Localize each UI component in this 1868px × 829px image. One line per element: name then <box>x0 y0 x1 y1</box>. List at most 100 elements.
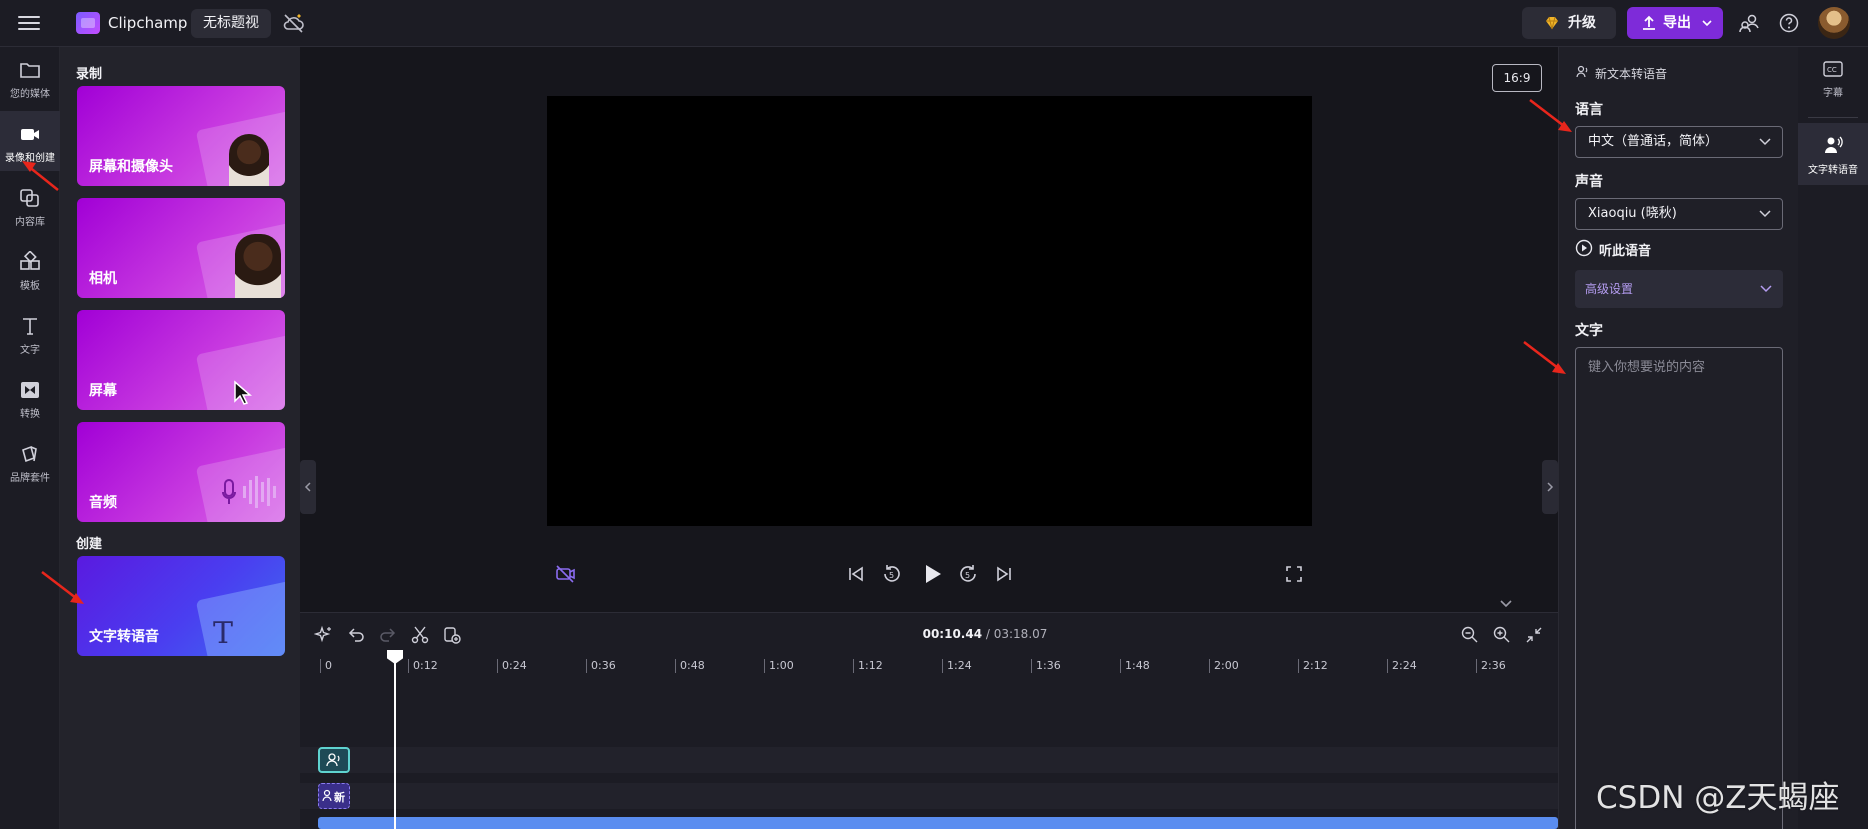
annotation-arrow <box>1523 341 1566 374</box>
timeline-track[interactable]: 新 <box>300 783 1558 809</box>
preview-voice-label: 听此语音 <box>1599 244 1652 259</box>
rail-item-captions[interactable]: CC 字幕 <box>1798 47 1868 107</box>
card-decoration <box>195 580 285 656</box>
person-thumbnail <box>235 234 281 298</box>
record-create-panel: 录制 屏幕和摄像头 相机 屏幕 音频 创建 T 文字转语音 <box>60 47 300 829</box>
zoom-out-icon[interactable] <box>1460 625 1480 645</box>
voice-value: Xiaoqiu (晓秋) <box>1588 206 1677 221</box>
ruler-tick: 2:24 <box>1387 659 1417 673</box>
fit-timeline-icon[interactable] <box>1524 625 1544 645</box>
tts-text-input[interactable] <box>1575 347 1783 829</box>
ruler-tick: 0:12 <box>408 659 438 673</box>
watermark: CSDN @Z天蝎座 <box>1596 780 1840 816</box>
ruler-tick: 1:36 <box>1031 659 1061 673</box>
rail-label: 内容库 <box>15 217 45 228</box>
ruler-tick: 0 <box>320 659 332 673</box>
play-icon[interactable] <box>920 562 944 586</box>
tts-clip-label: 新 <box>334 791 345 804</box>
hamburger-menu-icon[interactable] <box>16 12 42 34</box>
playhead[interactable] <box>394 656 396 829</box>
collapse-preview-chevron-icon[interactable] <box>1494 597 1518 611</box>
rail-item-templates[interactable]: 模板 <box>0 239 60 299</box>
rewind-5s-icon[interactable]: 5 <box>881 563 903 585</box>
rail-item-text-to-speech[interactable]: 文字转语音 <box>1798 123 1868 185</box>
ruler-tick: 1:48 <box>1120 659 1150 673</box>
brand-kit-icon <box>22 445 37 463</box>
skip-to-start-icon[interactable] <box>845 563 867 585</box>
project-title[interactable]: 无标题视 <box>191 9 271 38</box>
timeline-ruler[interactable]: 0 0:12 0:24 0:36 0:48 1:00 1:12 1:24 1:3… <box>300 653 1558 675</box>
language-select[interactable]: 中文（普通话，简体） <box>1575 126 1783 158</box>
ruler-tick: 2:00 <box>1209 659 1239 673</box>
voice-select[interactable]: Xiaoqiu (晓秋) <box>1575 198 1783 230</box>
magic-camera-off-icon[interactable] <box>554 563 576 585</box>
zoom-in-icon[interactable] <box>1492 625 1512 645</box>
rail-item-brand-kit[interactable]: 品牌套件 <box>0 431 60 491</box>
upgrade-button[interactable]: 升级 <box>1522 7 1616 39</box>
panel-header: 新文本转语音 <box>1595 67 1668 81</box>
add-media-icon[interactable] <box>442 625 462 645</box>
undo-icon[interactable] <box>346 625 366 645</box>
annotation-arrow <box>1529 99 1572 132</box>
card-camera[interactable]: 相机 <box>77 198 285 298</box>
rail-item-your-media[interactable]: 您的媒体 <box>0 47 60 107</box>
microphone-waveform-icon <box>222 476 276 508</box>
ruler-tick: 0:48 <box>675 659 705 673</box>
folder-icon <box>20 63 40 78</box>
ruler-tick: 1:00 <box>764 659 794 673</box>
card-audio[interactable]: 音频 <box>77 422 285 522</box>
collapse-left-panel-tab[interactable] <box>300 460 316 514</box>
scissors-split-icon[interactable] <box>410 625 430 645</box>
clipchamp-logo-icon <box>76 12 100 34</box>
rail-item-transitions[interactable]: 转换 <box>0 367 60 427</box>
tts-clip-placeholder[interactable]: 新 <box>318 783 350 809</box>
cloud-sync-off-icon[interactable] <box>282 12 306 34</box>
voice-icon <box>322 789 332 802</box>
clipchamp-editor: Clipchamp 无标题视 升级 导出 您的媒体 录像和创建 内容库 模板 文… <box>0 0 1868 829</box>
templates-icon <box>20 251 40 270</box>
section-title-record: 录制 <box>76 67 103 82</box>
aspect-ratio-button[interactable]: 16:9 <box>1492 64 1542 92</box>
fullscreen-icon[interactable] <box>1283 563 1305 585</box>
rail-item-text[interactable]: 文字 <box>0 303 60 363</box>
timeline-track[interactable] <box>300 747 1558 773</box>
ruler-tick: 1:12 <box>853 659 883 673</box>
forward-5s-icon[interactable]: 5 <box>957 563 979 585</box>
share-people-icon[interactable] <box>1738 12 1760 34</box>
audio-clip-selected[interactable] <box>318 747 350 773</box>
captions-icon: CC <box>1823 61 1843 77</box>
svg-text:5: 5 <box>965 571 970 580</box>
tts-audio-clip[interactable] <box>318 817 1558 829</box>
rail-label: 文字转语音 <box>1808 165 1858 176</box>
collapse-right-panel-tab[interactable] <box>1542 460 1558 514</box>
ruler-tick: 1:24 <box>942 659 972 673</box>
rail-label: 品牌套件 <box>10 473 50 484</box>
magic-sparkle-icon[interactable] <box>314 625 334 645</box>
right-tool-rail: CC 字幕 文字转语音 <box>1798 47 1868 829</box>
svg-text:CC: CC <box>1827 66 1837 74</box>
skip-to-end-icon[interactable] <box>993 563 1015 585</box>
card-label: 相机 <box>89 271 117 287</box>
video-preview-canvas[interactable] <box>547 96 1312 526</box>
upload-icon <box>1643 15 1655 30</box>
user-avatar[interactable] <box>1818 7 1850 39</box>
language-value: 中文（普通话，简体） <box>1588 134 1719 149</box>
export-button[interactable]: 导出 <box>1627 7 1723 39</box>
redo-icon[interactable] <box>378 625 398 645</box>
time-separator: / <box>982 627 994 641</box>
card-screen-and-camera[interactable]: 屏幕和摄像头 <box>77 86 285 186</box>
card-label: 文字转语音 <box>89 629 159 645</box>
card-label: 屏幕和摄像头 <box>89 159 173 175</box>
voice-icon <box>326 753 340 767</box>
person-thumbnail <box>229 134 269 186</box>
mouse-cursor-icon <box>234 380 253 405</box>
help-icon[interactable] <box>1778 12 1800 34</box>
rail-label: 您的媒体 <box>10 89 50 100</box>
text-t-icon: T <box>213 616 234 651</box>
advanced-settings-toggle[interactable]: 高级设置 <box>1575 270 1783 308</box>
card-label: 屏幕 <box>89 383 117 399</box>
preview-voice-button[interactable]: 听此语音 <box>1575 237 1695 259</box>
export-label: 导出 <box>1663 15 1691 31</box>
card-screen[interactable]: 屏幕 <box>77 310 285 410</box>
card-text-to-speech[interactable]: T 文字转语音 <box>77 556 285 656</box>
